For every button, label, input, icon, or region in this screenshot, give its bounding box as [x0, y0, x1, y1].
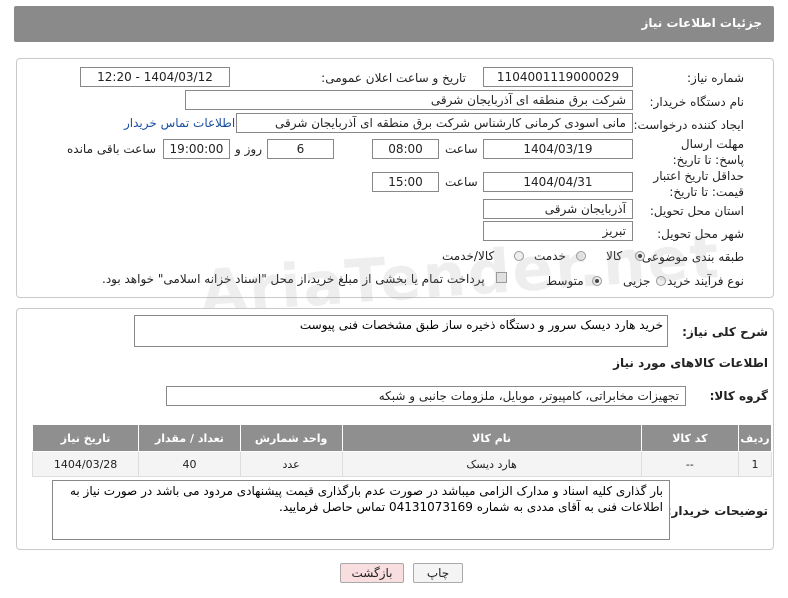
deadline-time-label: ساعت	[445, 142, 478, 156]
deadline-date-field[interactable]: 1404/03/19	[483, 139, 633, 159]
col-unit: واحد شمارش	[239, 424, 343, 452]
validity-time-field[interactable]: 15:00	[372, 172, 439, 192]
col-code: کد کالا	[640, 424, 740, 452]
col-date: تاریخ نیاز	[31, 424, 140, 452]
goods-section-title: اطلاعات کالاهای مورد نیاز	[613, 356, 768, 370]
announce-label: تاریخ و ساعت اعلان عمومی:	[321, 71, 466, 85]
cell-row: 1	[738, 451, 772, 477]
cell-code: --	[640, 451, 740, 477]
buyer-label: نام دستگاه خریدار:	[649, 95, 745, 109]
buyer-notes-label: توضیحات خریدار:	[666, 504, 768, 518]
cell-unit: عدد	[239, 451, 343, 477]
back-button[interactable]: بازگشت	[340, 563, 404, 583]
creator-field[interactable]: مانی اسودی کرمانی کارشناس شرکت برق منطقه…	[236, 113, 633, 133]
province-field[interactable]: آذربایجان شرقی	[483, 199, 633, 219]
goods-table: ردیف کد کالا نام کالا واحد شمارش تعداد /…	[31, 424, 772, 477]
need-number-label: شماره نیاز:	[687, 71, 744, 85]
buyer-notes-textarea[interactable]: بار گذاری کلیه اسناد و مدارک الزامی میبا…	[52, 480, 670, 540]
col-row: ردیف	[738, 424, 772, 452]
announce-field[interactable]: 1404/03/12 - 12:20	[80, 67, 230, 87]
validity-date-field[interactable]: 1404/04/31	[483, 172, 633, 192]
buyer-contact-link[interactable]: اطلاعات تماس خریدار	[124, 116, 235, 130]
summary-label: شرح کلی نیاز:	[682, 325, 768, 339]
deadline-label: مهلت ارسال پاسخ: تا تاریخ:	[672, 137, 744, 167]
days-field[interactable]: 6	[267, 139, 334, 159]
page-title: جزئیات اطلاعات نیاز	[641, 16, 762, 30]
page-header: جزئیات اطلاعات نیاز	[14, 6, 774, 42]
creator-label: ایجاد کننده درخواست:	[633, 118, 744, 132]
validity-label: حداقل تاریخ اعتبار قیمت: تا تاریخ:	[653, 169, 744, 199]
col-name: نام کالا	[341, 424, 642, 452]
summary-textarea[interactable]: خرید هارد دیسک سرور و دستگاه ذخیره ساز ط…	[134, 315, 668, 347]
goods-group-field[interactable]: تجهیزات مخابراتی، کامپیوتر، موبایل، ملزو…	[166, 386, 686, 406]
deadline-time-field[interactable]: 08:00	[372, 139, 439, 159]
col-qty: تعداد / مقدار	[138, 424, 241, 452]
need-number-field[interactable]: 1104001119000029	[483, 67, 633, 87]
table-row[interactable]: 1 -- هارد دیسک عدد 40 1404/03/28	[31, 451, 772, 477]
cell-qty: 40	[138, 451, 241, 477]
remaining-label: ساعت باقی مانده	[67, 142, 157, 156]
days-label: روز و	[235, 142, 262, 156]
print-button[interactable]: چاپ	[413, 563, 463, 583]
remaining-time-field[interactable]: 19:00:00	[163, 139, 230, 159]
buyer-field[interactable]: شرکت برق منطقه ای آذربایجان شرقی	[185, 90, 633, 110]
goods-table-header: ردیف کد کالا نام کالا واحد شمارش تعداد /…	[31, 424, 772, 452]
cell-name: هارد دیسک	[341, 451, 642, 477]
cell-date: 1404/03/28	[31, 451, 140, 477]
validity-time-label: ساعت	[445, 175, 478, 189]
province-label: استان محل تحویل:	[649, 204, 744, 218]
goods-group-label: گروه کالا:	[709, 389, 768, 403]
